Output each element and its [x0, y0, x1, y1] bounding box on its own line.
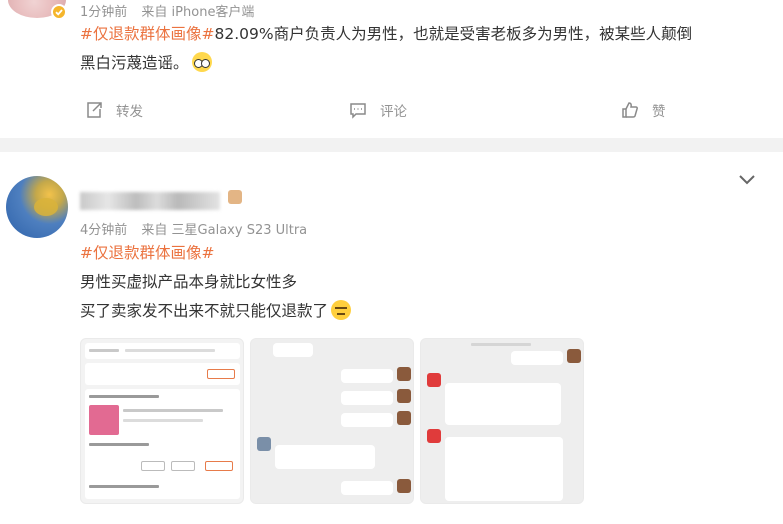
post-text-line: 买了卖家发不出来不就只能仅退款了 — [80, 302, 329, 320]
comment-label: 评论 — [380, 104, 407, 120]
topic-link[interactable]: #仅退款群体画像# — [80, 25, 214, 43]
post-text: #仅退款群体画像# 男性买虚拟产品本身就比女性多 买了卖家发不出来不就只能仅退款… — [80, 239, 352, 326]
weibo-post-2: 4分钟前 来自 三星Galaxy S23 Ultra #仅退款群体画像# 男性买… — [0, 152, 783, 524]
like-button[interactable]: 赞 — [620, 100, 666, 120]
post-text-line: 男性买虚拟产品本身就比女性多 — [80, 273, 298, 291]
thumbs-up-icon — [622, 102, 638, 118]
avatar[interactable] — [6, 176, 68, 238]
speechless-emoji-icon — [331, 300, 352, 320]
repost-button[interactable]: 转发 — [84, 100, 143, 120]
post-source: 来自 三星Galaxy S23 Ultra — [141, 223, 308, 238]
post-time[interactable]: 4分钟前 — [80, 223, 127, 238]
post-text-line: 黑白污蔑造谣。 — [80, 54, 189, 72]
verified-badge-icon — [51, 4, 67, 20]
image-thumbnail-3[interactable] — [420, 338, 584, 504]
post-actions: 转发 评论 赞 — [0, 96, 783, 128]
username-blurred[interactable] — [80, 192, 220, 210]
repost-label: 转发 — [116, 104, 143, 120]
image-thumbnail-2[interactable] — [250, 338, 414, 504]
post-text-line: 82.09%商户负责人为男性，也就是受害老板多为男性，被某些人颠倒 — [214, 25, 693, 43]
post-source: 来自 iPhone客户端 — [141, 5, 255, 20]
like-label: 赞 — [652, 104, 666, 120]
post-text: #仅退款群体画像#82.09%商户负责人为男性，也就是受害老板多为男性，被某些人… — [80, 20, 692, 78]
user-badge-icon — [228, 190, 242, 204]
repost-icon — [87, 102, 102, 118]
post-time[interactable]: 1分钟前 — [80, 5, 127, 20]
chevron-down-icon[interactable] — [738, 174, 756, 186]
image-thumbnail-1[interactable] — [80, 338, 244, 504]
weibo-post-1: 1分钟前 来自 iPhone客户端 #仅退款群体画像#82.09%商户负责人为男… — [0, 0, 783, 138]
post-meta: 4分钟前 来自 三星Galaxy S23 Ultra — [80, 219, 317, 238]
glasses-emoji-icon — [191, 52, 212, 72]
comment-button[interactable]: 评论 — [348, 100, 407, 120]
topic-link[interactable]: #仅退款群体画像# — [80, 244, 214, 262]
comment-icon — [350, 103, 366, 119]
post-meta: 1分钟前 来自 iPhone客户端 — [80, 1, 264, 20]
